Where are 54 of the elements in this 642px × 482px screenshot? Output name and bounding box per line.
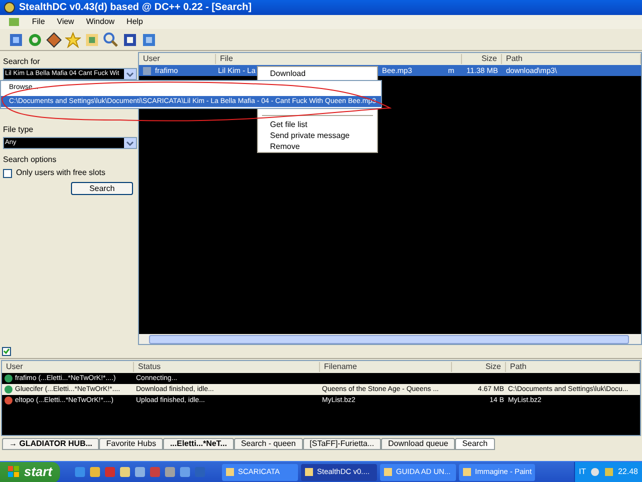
app-icon bbox=[4, 2, 15, 13]
tab[interactable]: Search - queen bbox=[234, 438, 303, 450]
quick-launch-icon[interactable] bbox=[134, 466, 146, 478]
tab[interactable]: → GLADIATOR HUB... bbox=[2, 438, 100, 450]
quick-launch-icon[interactable] bbox=[164, 466, 176, 478]
menu-item[interactable]: Help bbox=[126, 17, 143, 27]
menu-item[interactable]: View bbox=[56, 17, 74, 27]
column-header[interactable]: Path bbox=[502, 54, 641, 64]
tab[interactable]: Favorite Hubs bbox=[99, 438, 164, 450]
checkbox-label: Only users with free slots bbox=[16, 168, 106, 178]
menu-item[interactable]: Remove bbox=[270, 141, 377, 152]
star-icon[interactable] bbox=[65, 32, 81, 48]
tab[interactable]: Search bbox=[455, 438, 495, 450]
column-header[interactable]: User bbox=[139, 54, 216, 64]
window-icon bbox=[304, 467, 314, 477]
start-button[interactable]: start bbox=[0, 462, 60, 482]
windows-logo-icon bbox=[8, 466, 20, 478]
clock: 22.48 bbox=[618, 467, 638, 477]
window-icon bbox=[225, 467, 235, 477]
tab[interactable]: [STaFF]-Furietta... bbox=[302, 438, 382, 450]
search-for-label: Search for bbox=[3, 57, 41, 67]
window-icon bbox=[462, 467, 472, 477]
column-header[interactable]: User bbox=[2, 362, 134, 372]
window-title: StealthDC v0.43(d) based @ DC++ 0.22 - [Search] bbox=[19, 2, 252, 12]
search-options-label: Search options bbox=[3, 155, 58, 165]
tray-icon[interactable] bbox=[590, 467, 600, 477]
dropdown-arrow-icon[interactable] bbox=[124, 69, 136, 79]
checkbox[interactable] bbox=[3, 168, 12, 178]
column-header[interactable]: Size bbox=[452, 362, 506, 372]
search-icon[interactable] bbox=[103, 32, 119, 48]
menu-item[interactable]: Download bbox=[270, 69, 377, 79]
column-header[interactable]: File bbox=[216, 54, 462, 64]
quick-launch-icon[interactable] bbox=[89, 466, 101, 478]
column-header[interactable]: Filename bbox=[320, 362, 452, 372]
transfers-checkbox[interactable] bbox=[2, 347, 11, 356]
column-header[interactable]: Status bbox=[134, 362, 320, 372]
tab[interactable]: ...Eletti...*NeT... bbox=[163, 438, 234, 450]
menu-app-icon bbox=[8, 16, 20, 28]
column-header[interactable]: Size bbox=[462, 54, 502, 64]
diamond-icon[interactable] bbox=[46, 32, 62, 48]
quick-launch-icon[interactable] bbox=[74, 466, 86, 478]
tab[interactable]: Download queue bbox=[381, 438, 456, 450]
quick-launch-icon[interactable] bbox=[179, 466, 191, 478]
file-type-label: File type bbox=[3, 125, 34, 135]
menu-item[interactable]: Window bbox=[86, 17, 115, 27]
menu-item[interactable]: Get file list bbox=[270, 119, 377, 130]
menu-item[interactable]: File bbox=[32, 17, 45, 27]
column-header[interactable]: Path bbox=[506, 362, 640, 372]
quick-launch-icon[interactable] bbox=[119, 466, 131, 478]
dropdown-arrow-icon[interactable] bbox=[124, 138, 136, 148]
menu-item[interactable]: Send private message bbox=[270, 130, 377, 141]
window-icon bbox=[383, 467, 393, 477]
tray-icon[interactable] bbox=[604, 467, 614, 477]
search-button[interactable]: Search bbox=[71, 182, 133, 195]
